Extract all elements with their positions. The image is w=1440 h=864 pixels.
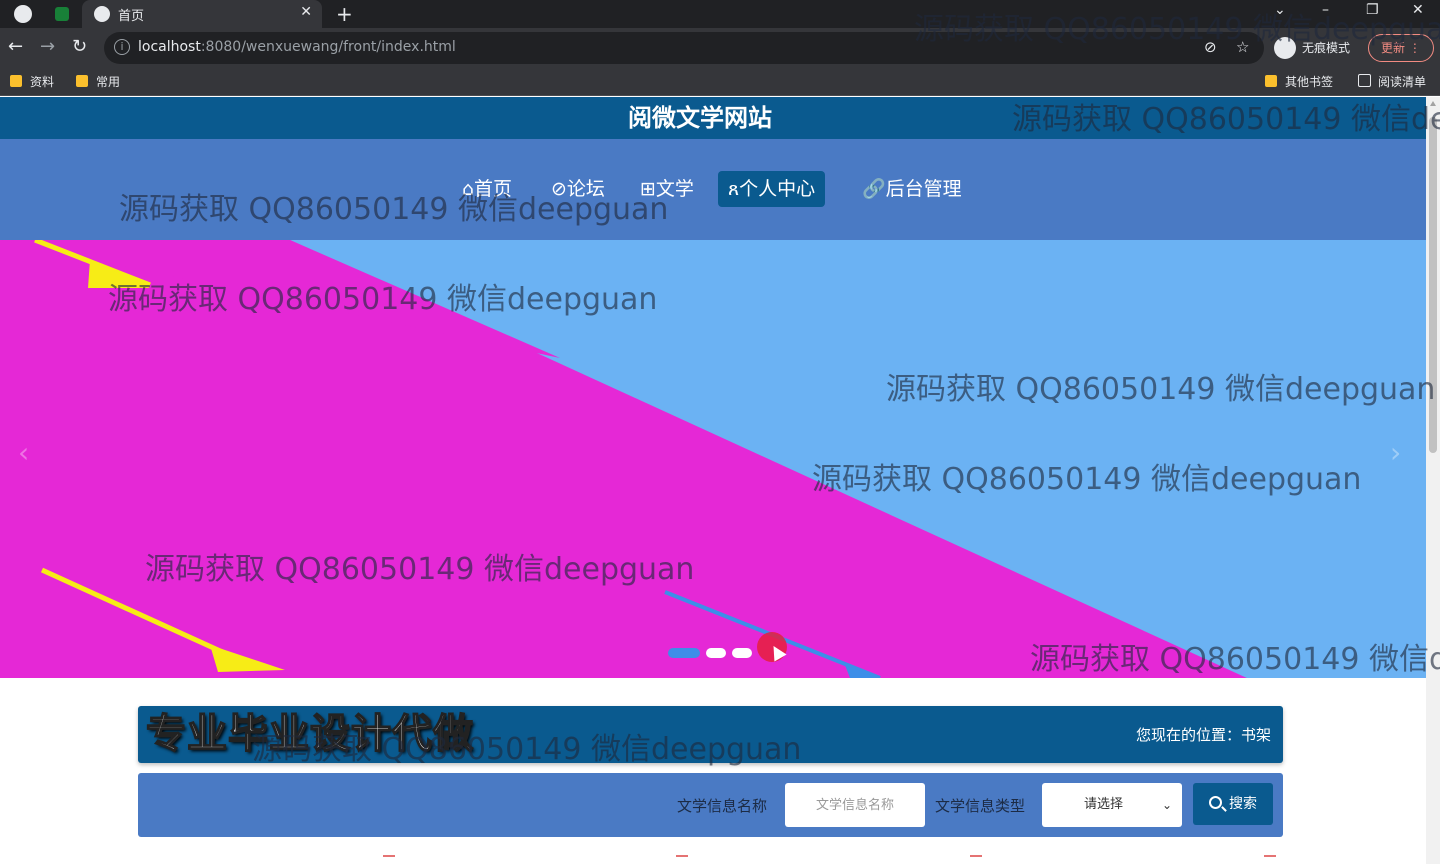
tab-title: 首页: [118, 9, 145, 24]
back-arrow-icon[interactable]: ←: [8, 36, 23, 57]
incognito-label: 无痕模式: [1302, 41, 1351, 55]
browser-tab-home[interactable]: 首页 ✕: [82, 0, 322, 28]
new-tab-button[interactable]: +: [336, 2, 353, 26]
type-label: 文学信息类型: [935, 797, 1026, 815]
bookmark-label: 其他书签: [1285, 75, 1334, 89]
star-bookmark-icon[interactable]: ☆: [1236, 38, 1249, 56]
incognito-icon: [1274, 37, 1296, 59]
minimize-button[interactable]: –: [1322, 2, 1329, 18]
site-title: 阅微文学网站: [628, 104, 772, 132]
search-bar: 文学信息名称 文学信息类型 请选择 ⌄ 搜索: [138, 773, 1283, 837]
type-select-value: 请选择: [1084, 797, 1124, 812]
main-nav: ⌂首页 ⊘论坛 ⊞文学 ጸ个人中心 🔗后台管理: [0, 139, 1426, 240]
bookmark-folder-ziliao[interactable]: 资料: [10, 73, 54, 90]
bookmark-folder-changyong[interactable]: 常用: [76, 73, 120, 90]
bookmark-label: 阅读清单: [1378, 75, 1427, 89]
carousel-next-arrow[interactable]: ›: [1390, 436, 1401, 469]
address-bar[interactable]: i localhost:8080/wenxuewang/front/index.…: [104, 32, 1264, 64]
bookmark-folder-other[interactable]: 其他书签: [1265, 73, 1333, 90]
folder-icon: [10, 75, 22, 87]
carousel-dot-3[interactable]: [732, 648, 752, 658]
card-icon: [1264, 855, 1276, 863]
close-window-button[interactable]: ✕: [1412, 2, 1424, 18]
name-search-input[interactable]: [785, 783, 925, 827]
bookmark-label: 常用: [96, 75, 121, 89]
eye-off-icon[interactable]: ⊘: [1204, 38, 1217, 56]
card-icon: [970, 855, 982, 863]
url-host: localhost: [138, 39, 201, 55]
tab-favicon-icon: [94, 6, 110, 22]
folder-icon: [76, 75, 88, 87]
carousel-banner[interactable]: ‹ ›: [0, 240, 1426, 678]
nav-item-literature[interactable]: ⊞文学: [630, 171, 704, 207]
nav-item-forum[interactable]: ⊘论坛: [541, 171, 615, 207]
banner-art: [0, 240, 1426, 678]
site-header: 阅微文学网站: [0, 97, 1426, 139]
tab-search-icon[interactable]: ⌄: [1274, 2, 1286, 18]
folder-icon: [1265, 75, 1277, 87]
nav-item-profile[interactable]: ጸ个人中心: [718, 171, 826, 207]
type-select[interactable]: 请选择 ⌄: [1042, 783, 1182, 827]
incognito-indicator[interactable]: 无痕模式: [1274, 34, 1350, 62]
search-button[interactable]: 搜索: [1193, 783, 1273, 825]
browser-tab-strip: 首页 ✕ + ⌄ – ❐ ✕: [0, 0, 1440, 28]
search-icon: [1209, 796, 1222, 809]
promo-title: 专业毕业设计代做: [145, 710, 474, 758]
browser-toolbar: ← → ↻ i localhost:8080/wenxuewang/front/…: [0, 28, 1440, 68]
browser-menu-icon[interactable]: [14, 5, 32, 23]
pinned-sheets-icon[interactable]: [55, 7, 69, 21]
carousel-prev-arrow[interactable]: ‹: [18, 436, 29, 469]
bookmarks-bar: 资料 常用 其他书签 阅读清单: [0, 68, 1440, 96]
reading-list[interactable]: 阅读清单: [1358, 73, 1426, 90]
forward-arrow-icon[interactable]: →: [40, 36, 55, 57]
breadcrumb: 您现在的位置：书架: [1135, 726, 1271, 744]
breadcrumb-bar: 专业毕业设计代做 您现在的位置：书架: [138, 706, 1283, 763]
url-text[interactable]: localhost:8080/wenxuewang/front/index.ht…: [138, 39, 456, 55]
carousel-dot-1[interactable]: [668, 648, 700, 658]
bookmark-label: 资料: [30, 75, 55, 89]
nav-item-admin[interactable]: 🔗后台管理: [852, 171, 972, 207]
site-info-icon[interactable]: i: [114, 39, 130, 55]
restore-button[interactable]: ❐: [1366, 2, 1379, 18]
reading-list-icon: [1358, 74, 1371, 87]
name-label: 文学信息名称: [677, 797, 768, 815]
carousel-dot-2[interactable]: [706, 648, 726, 658]
url-path: :8080/wenxuewang/front/index.html: [200, 39, 456, 55]
search-button-label: 搜索: [1229, 796, 1257, 812]
chevron-down-icon: ⌄: [1161, 798, 1172, 812]
scroll-up-icon[interactable]: [1430, 101, 1436, 106]
nav-item-home[interactable]: ⌂首页: [452, 171, 522, 207]
card-icon: [383, 855, 395, 863]
reload-icon[interactable]: ↻: [72, 36, 87, 57]
update-button[interactable]: 更新 ⋮: [1368, 34, 1434, 62]
card-icon: [676, 855, 688, 863]
tab-close-icon[interactable]: ✕: [300, 4, 312, 20]
page-scrollbar[interactable]: [1426, 97, 1440, 864]
scroll-thumb[interactable]: [1429, 117, 1437, 453]
page-viewport: 阅微文学网站 ⌂首页 ⊘论坛 ⊞文学 ጸ个人中心 🔗后台管理 ‹ › 专业毕业设…: [0, 97, 1440, 864]
